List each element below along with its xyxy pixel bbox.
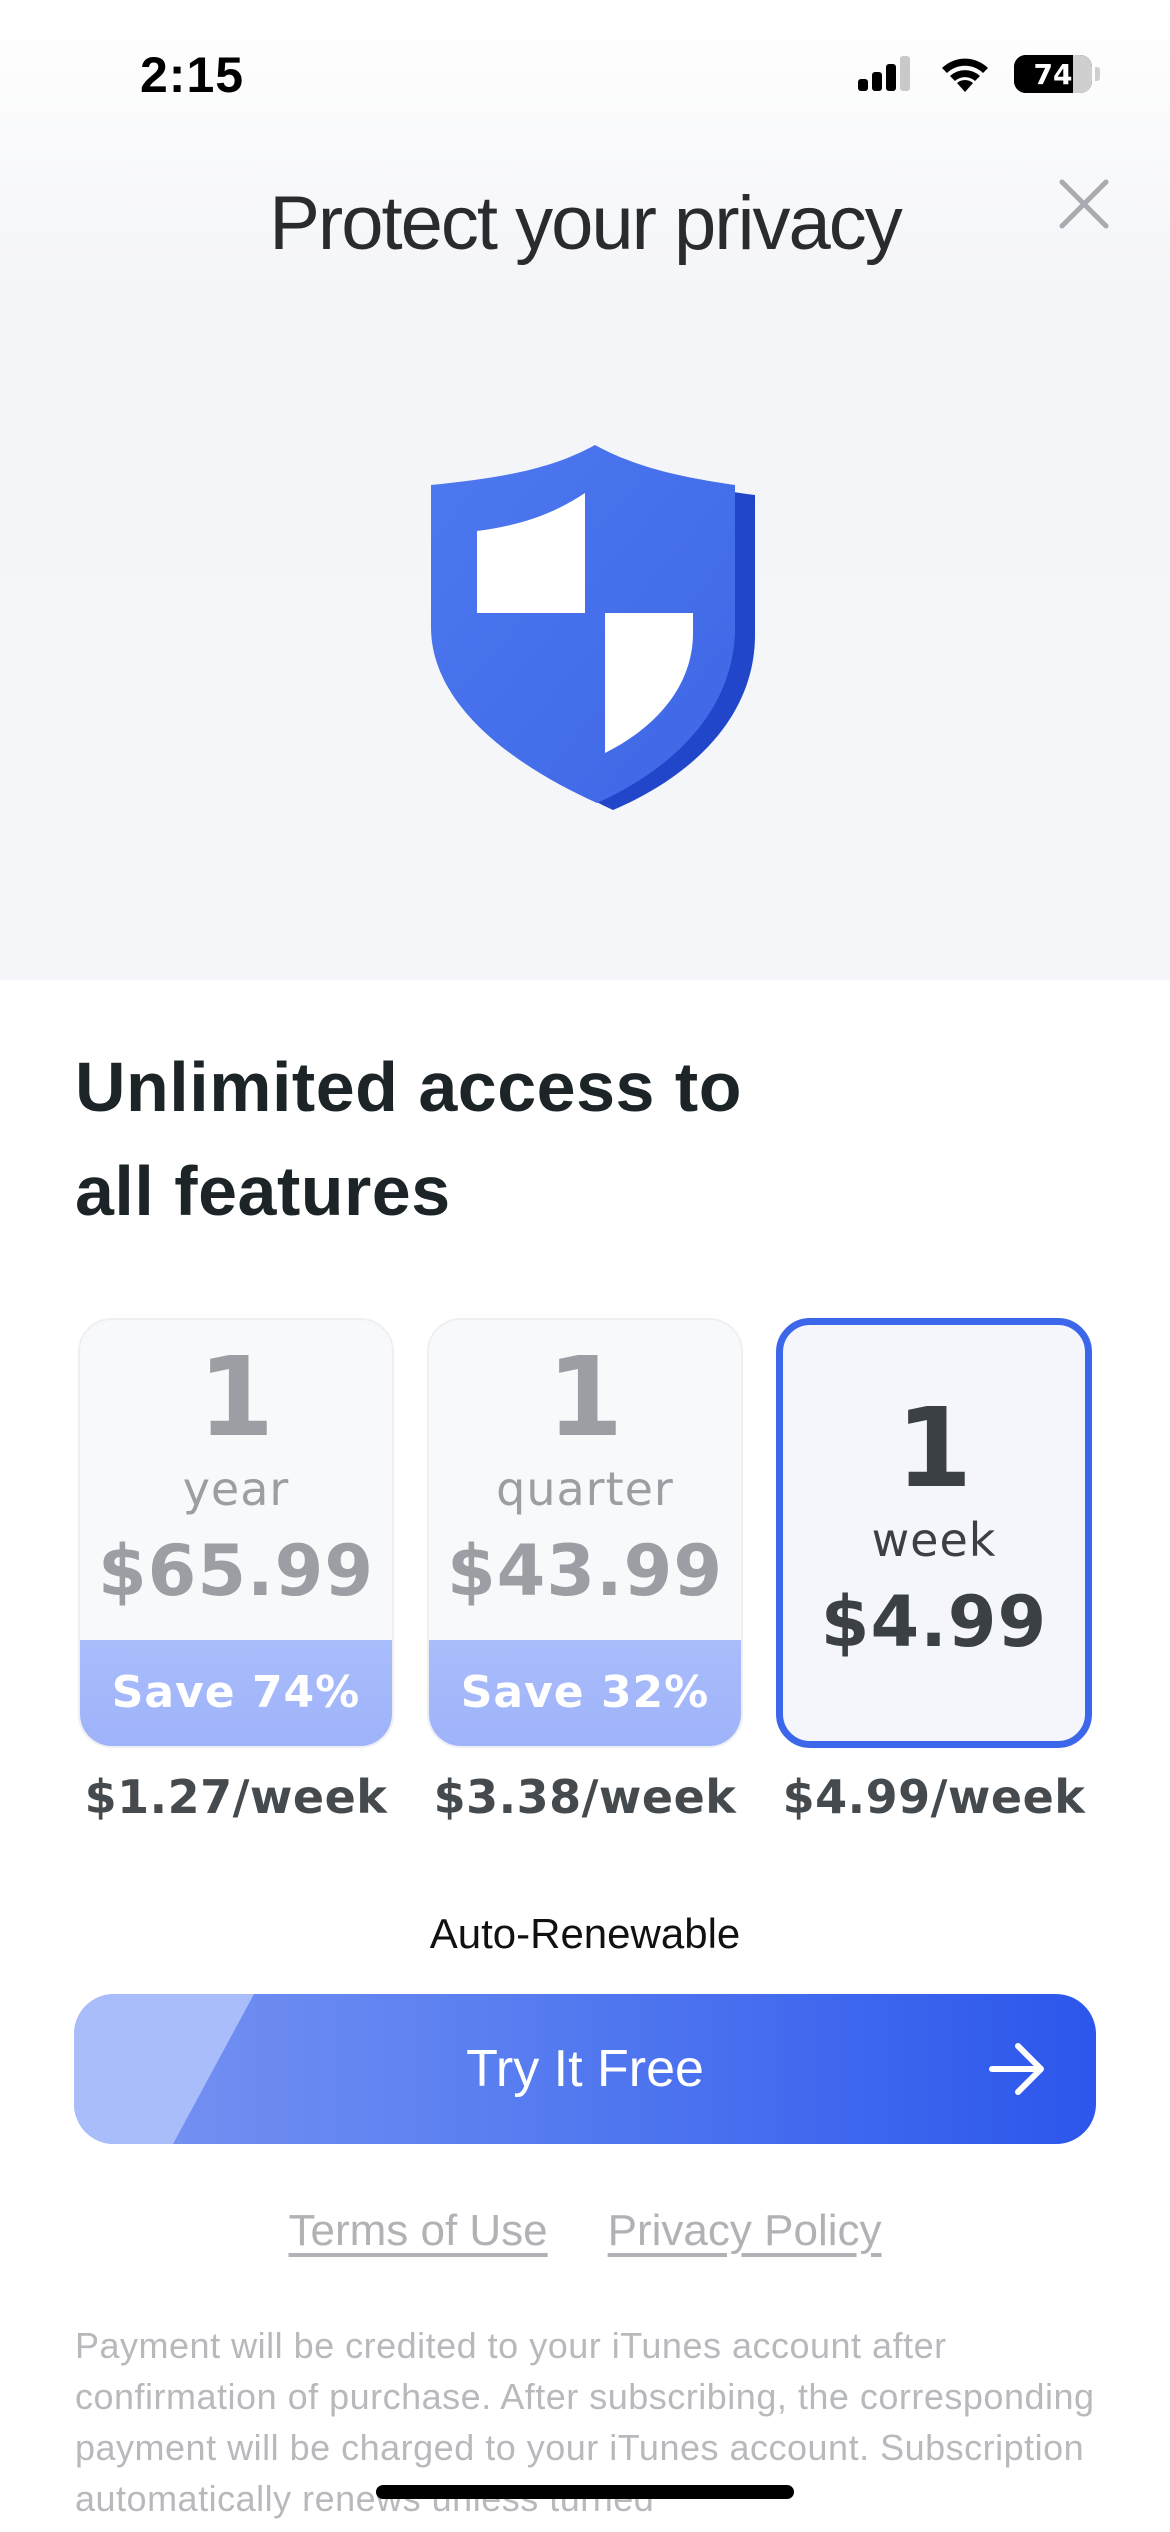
try-free-button[interactable]: Try It Free [74,1994,1096,2144]
plan-price: $65.99 [97,1530,375,1612]
headline-line-2: all features [75,1152,451,1230]
legal-links: Terms of Use Privacy Policy [0,2206,1170,2256]
home-indicator[interactable] [376,2485,794,2499]
save-badge: Save 32% [429,1640,741,1746]
plan-weekly-price: $4.99/week [782,1770,1086,1824]
terms-of-use-link[interactable]: Terms of Use [288,2206,547,2256]
try-free-label: Try It Free [466,2040,704,2098]
plan-card[interactable]: 1 quarter $43.99 Save 32% [427,1318,743,1748]
auto-renew-label: Auto-Renewable [429,1910,741,1957]
plan-card-selected[interactable]: 1 week $4.99 [776,1318,1092,1748]
close-button[interactable] [1056,176,1112,232]
wifi-icon [942,58,988,92]
shield-icon [431,445,755,810]
plan-card[interactable]: 1 year $65.99 Save 74% [78,1318,394,1748]
plan-unit: year [182,1462,290,1516]
headline-line-1: Unlimited access to [75,1048,742,1126]
plan-price: $4.99 [820,1581,1048,1663]
save-badge: Save 74% [80,1640,392,1746]
privacy-policy-link[interactable]: Privacy Policy [608,2206,882,2256]
status-time: 2:15 [140,47,245,103]
plan-count: 1 [546,1333,624,1461]
plan-option-week[interactable]: 1 week $4.99 $4.99/week [776,1318,1092,1824]
battery-icon: 74 [1014,55,1100,93]
plan-count: 1 [197,1333,275,1461]
status-icons: 74 [856,54,1100,94]
cellular-signal-icon [858,56,910,91]
plan-option-year[interactable]: 1 year $65.99 Save 74% $1.27/week [78,1318,394,1824]
headline: Unlimited access to all features [75,1035,742,1243]
plan-option-quarter[interactable]: 1 quarter $43.99 Save 32% $3.38/week [427,1318,743,1824]
battery-level: 74 [1033,57,1073,91]
plan-price: $43.99 [446,1530,724,1612]
plan-weekly-price: $3.38/week [433,1770,737,1824]
plan-unit: quarter [496,1462,674,1516]
plan-weekly-price: $1.27/week [84,1770,388,1824]
page-title: Protect your privacy [269,181,903,266]
plan-selector: 1 year $65.99 Save 74% $1.27/week 1 quar… [78,1318,1092,1824]
plan-unit: week [871,1513,997,1567]
close-icon [1059,179,1109,229]
plan-count: 1 [895,1384,973,1512]
arrow-right-icon [989,2043,1044,2095]
